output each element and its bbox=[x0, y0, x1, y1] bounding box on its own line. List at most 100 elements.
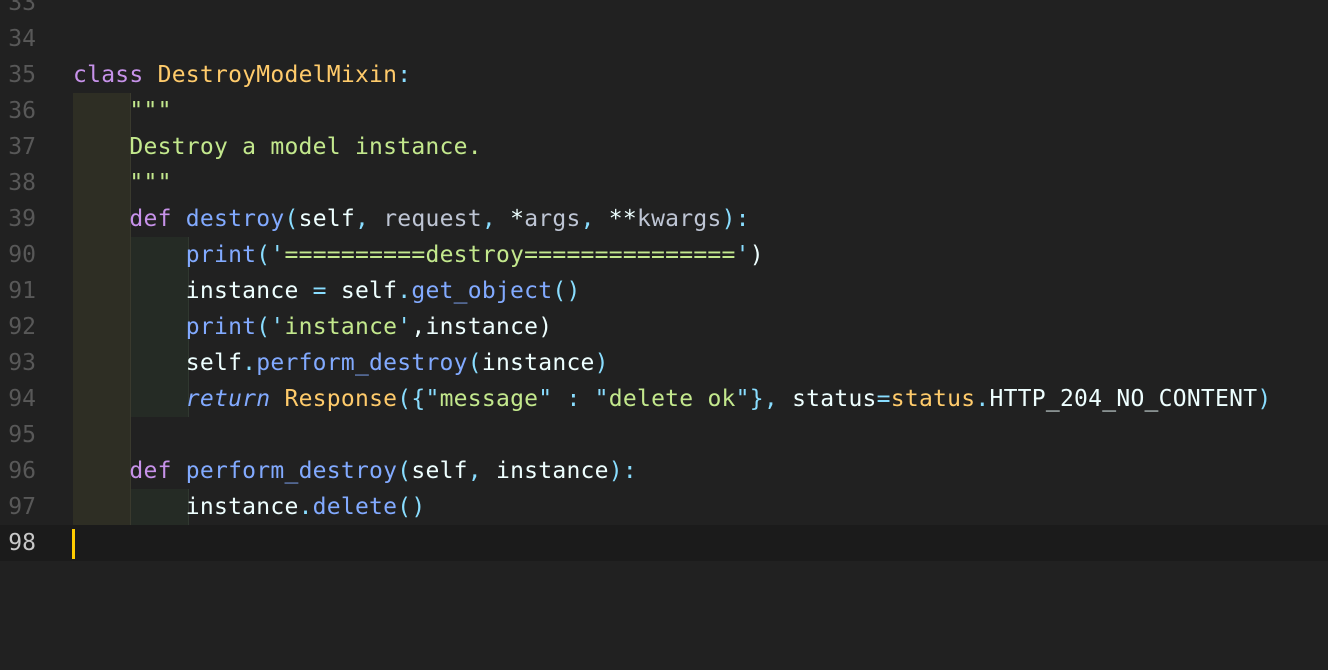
line-number: 95 bbox=[8, 422, 36, 448]
code-line[interactable]: 39 def destroy(self, request, *args, **k… bbox=[0, 201, 1328, 237]
code-token: delete bbox=[312, 494, 398, 520]
code-token: = bbox=[298, 278, 341, 304]
code-token: Response bbox=[284, 386, 398, 412]
code-token: args bbox=[524, 206, 581, 232]
code-token: ( bbox=[256, 242, 271, 268]
code-line[interactable]: 37 Destroy a model instance. bbox=[0, 129, 1328, 165]
code-line[interactable]: 97 instance.delete() bbox=[0, 489, 1328, 525]
code-token: get_object bbox=[411, 278, 553, 304]
code-line[interactable]: 36 """ bbox=[0, 93, 1328, 129]
code-token: return bbox=[185, 386, 271, 412]
code-line[interactable]: 94 return Response({"message" : "delete … bbox=[0, 381, 1328, 417]
code-token: print bbox=[185, 314, 257, 340]
code-text: instance.delete() bbox=[73, 489, 425, 525]
code-token: ) bbox=[749, 242, 764, 268]
code-token: ,instance) bbox=[411, 314, 553, 340]
line-number: 97 bbox=[8, 494, 36, 520]
code-token: ) bbox=[1257, 386, 1272, 412]
code-token: perform_destroy bbox=[256, 350, 468, 376]
code-line[interactable]: 90 print('==========destroy=============… bbox=[0, 237, 1328, 273]
line-number: 37 bbox=[8, 134, 36, 160]
code-text: """ bbox=[73, 165, 172, 201]
code-token: self bbox=[411, 458, 468, 484]
code-token: , bbox=[467, 458, 496, 484]
code-token: instance bbox=[185, 494, 299, 520]
code-token: ( bbox=[397, 458, 412, 484]
code-token: print bbox=[185, 242, 257, 268]
code-token: status bbox=[792, 386, 877, 412]
line-number: 92 bbox=[8, 314, 36, 340]
code-token: }, bbox=[749, 386, 793, 412]
code-line[interactable]: 33 bbox=[0, 0, 1328, 21]
code-token: ( bbox=[256, 314, 271, 340]
code-line[interactable]: 35 class DestroyModelMixin: bbox=[0, 57, 1328, 93]
code-text: instance = self.get_object() bbox=[73, 273, 581, 309]
code-line[interactable]: 92 print('instance',instance) bbox=[0, 309, 1328, 345]
code-token: self bbox=[298, 206, 355, 232]
line-number: 34 bbox=[8, 26, 36, 52]
code-token: def bbox=[129, 458, 172, 484]
line-number: 36 bbox=[8, 98, 36, 124]
code-line[interactable]: 38 """ bbox=[0, 165, 1328, 201]
code-token: ==========destroy=============== bbox=[284, 242, 736, 268]
code-token: , bbox=[580, 206, 609, 232]
code-line[interactable]: 34 bbox=[0, 21, 1328, 57]
line-number: 39 bbox=[8, 206, 36, 232]
line-number: 96 bbox=[8, 458, 36, 484]
line-number: 91 bbox=[8, 278, 36, 304]
code-token: DestroyModelMixin bbox=[157, 62, 398, 88]
code-token: " bbox=[425, 386, 440, 412]
code-text: def perform_destroy(self, instance): bbox=[73, 453, 637, 489]
code-token: ' bbox=[397, 314, 412, 340]
code-token: self bbox=[185, 350, 243, 376]
line-number: 90 bbox=[8, 242, 36, 268]
code-token: " bbox=[538, 386, 553, 412]
code-editor[interactable]: 33 34 35 class DestroyModelMixin: 36 """ 37 D… bbox=[0, 0, 1328, 670]
code-line[interactable]: 95 bbox=[0, 417, 1328, 453]
code-text: return Response({"message" : "delete ok"… bbox=[73, 381, 1271, 417]
code-token: = bbox=[876, 386, 891, 412]
code-line[interactable]: 98 bbox=[0, 525, 1328, 561]
code-token: """ bbox=[129, 170, 172, 196]
code-text: """ bbox=[73, 93, 172, 129]
code-line[interactable]: 96 def perform_destroy(self, instance): bbox=[0, 453, 1328, 489]
code-token: . bbox=[242, 350, 257, 376]
indent-guide bbox=[73, 417, 131, 453]
code-line[interactable]: 91 instance = self.get_object() bbox=[0, 273, 1328, 309]
code-line[interactable]: 93 self.perform_destroy(instance) bbox=[0, 345, 1328, 381]
line-number: 98 bbox=[8, 530, 36, 556]
line-number: 94 bbox=[8, 386, 36, 412]
code-token: " bbox=[594, 386, 609, 412]
code-token: , bbox=[354, 206, 384, 232]
code-token: ' bbox=[735, 242, 750, 268]
code-text: print('instance',instance) bbox=[73, 309, 552, 345]
code-token: instance bbox=[481, 350, 595, 376]
code-token: . bbox=[298, 494, 313, 520]
code-token: ({ bbox=[397, 386, 426, 412]
code-text: print('==========destroy==============='… bbox=[73, 237, 764, 273]
code-text: Destroy a model instance. bbox=[73, 129, 482, 165]
code-token: class bbox=[73, 62, 144, 88]
code-token: () bbox=[552, 278, 581, 304]
code-token: instance bbox=[185, 278, 299, 304]
code-token: instance bbox=[495, 458, 609, 484]
code-token: " bbox=[735, 386, 750, 412]
code-token: * bbox=[510, 206, 525, 232]
code-token: ' bbox=[270, 242, 285, 268]
code-token: . bbox=[975, 386, 990, 412]
code-token: () bbox=[397, 494, 426, 520]
code-token: kwargs bbox=[636, 206, 722, 232]
code-token: destroy bbox=[185, 206, 285, 232]
code-token: . bbox=[397, 278, 412, 304]
